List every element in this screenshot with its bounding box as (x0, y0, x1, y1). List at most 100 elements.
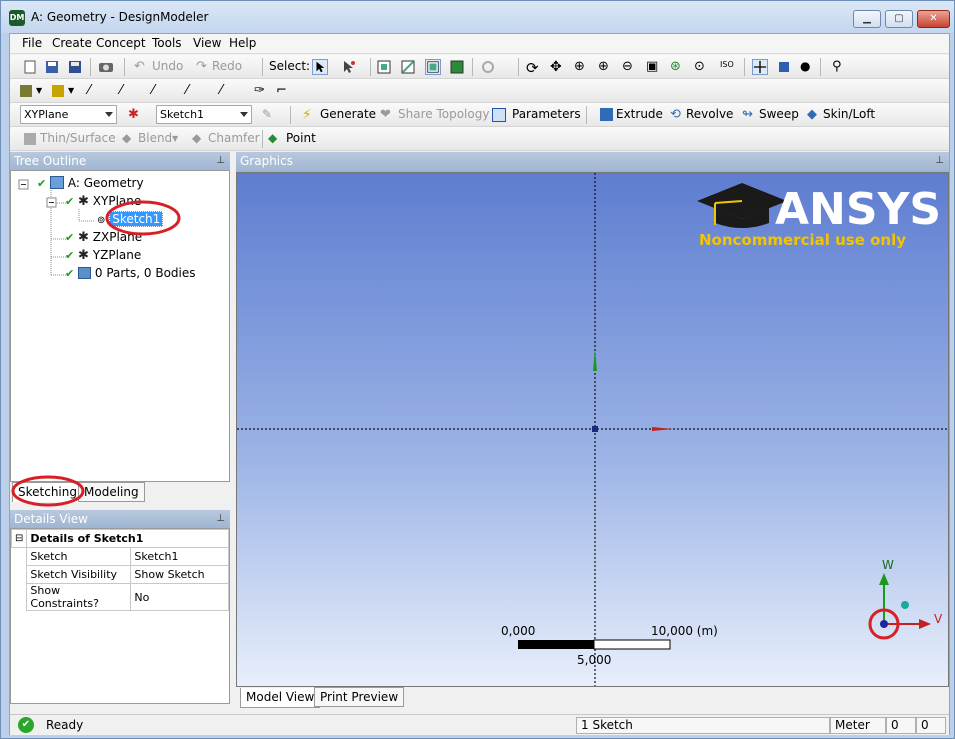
box-zoom-icon[interactable]: ▣ (646, 59, 662, 75)
details-view-title: Details View (14, 512, 88, 526)
details-value[interactable]: Show Sketch (130, 565, 229, 584)
share-topology-button[interactable]: Share Topology (398, 107, 489, 121)
spline-tool-icon[interactable]: ⁄ (186, 83, 202, 99)
select-cursor-icon[interactable] (312, 59, 328, 75)
sketch-combo[interactable]: Sketch1 (156, 105, 252, 124)
check-icon: ✔ (37, 177, 47, 190)
display-point-icon[interactable]: ● (800, 59, 816, 75)
details-section-row[interactable]: ⊟ Details of Sketch1 (10, 529, 229, 548)
tree-item-label: A: Geometry (67, 176, 144, 190)
menu-tools[interactable]: Tools (152, 36, 182, 50)
undo-button[interactable]: Undo (152, 59, 183, 73)
magnifier-icon[interactable]: ⊙ (694, 59, 710, 75)
blend-dropdown-icon[interactable]: ▼ (172, 134, 188, 150)
pin-icon[interactable]: ⊥ (216, 155, 225, 166)
skinloft-icon: ◆ (807, 107, 817, 122)
pin-tool-icon[interactable]: ✑ (254, 83, 270, 99)
toolbar-main: ↶ Undo ↷ Redo Select: ⟳ ✥ ⊕ ⊕ ⊖ ▣ ⊛ ⊙ IS… (10, 55, 949, 79)
dropdown-arrow-icon[interactable]: ▼ (36, 86, 52, 102)
zoom-to-fit-icon[interactable]: ⊛ (670, 59, 686, 75)
redo-button[interactable]: Redo (212, 59, 242, 73)
graphics-canvas[interactable]: ANSYS Noncommercial use only 0,000 10,00… (237, 173, 949, 687)
details-value[interactable]: Sketch1 (130, 547, 229, 566)
window-title: A: Geometry - DesignModeler (31, 10, 209, 24)
menu-bar: File Create Concept Tools View Help (10, 34, 949, 54)
arc-tool-icon[interactable]: ⁄ (152, 83, 168, 99)
menu-view[interactable]: View (193, 36, 221, 50)
details-row[interactable]: Sketch Sketch1 (12, 547, 229, 566)
chamfer-button[interactable]: Chamfer (208, 131, 260, 145)
triad-iso-sphere[interactable] (901, 601, 909, 609)
face-icon[interactable] (20, 85, 32, 97)
graphics-viewport[interactable]: ANSYS Noncommercial use only 0,000 10,00… (236, 172, 949, 687)
save-as-icon[interactable] (67, 59, 83, 75)
plane-combo[interactable]: XYPlane (20, 105, 117, 124)
collapse-icon[interactable]: ⊟ (10, 529, 28, 548)
select-points-icon[interactable] (376, 59, 392, 75)
polyline-tool-icon[interactable]: ⁄ (120, 83, 136, 99)
line-tool-icon[interactable]: ⁄ (88, 83, 104, 99)
details-value[interactable]: No (130, 583, 229, 611)
iso-view-button[interactable]: ISO (720, 60, 734, 69)
graphics-tabs: Model View Print Preview (236, 687, 949, 709)
zoom-in-icon[interactable]: ⊕ (598, 59, 614, 75)
menu-concept[interactable]: Concept (96, 36, 146, 50)
maximize-button[interactable]: ▢ (885, 10, 913, 28)
constraint-tool-icon[interactable]: ⌐ (276, 83, 292, 99)
extrude-button[interactable]: Extrude (616, 107, 663, 121)
scale-bar-dark (518, 640, 594, 649)
close-button[interactable]: ✕ (917, 10, 950, 28)
new-plane-icon[interactable]: ✱ (128, 107, 144, 123)
parameters-button[interactable]: Parameters (512, 107, 581, 121)
status-units[interactable]: Meter (830, 717, 886, 734)
origin-marker[interactable] (592, 426, 598, 432)
details-view-header: Details View ⊥ (10, 510, 230, 528)
tree-item-parts[interactable]: ✔ 0 Parts, 0 Bodies (65, 266, 196, 280)
select-faces-icon[interactable] (425, 59, 441, 75)
details-row[interactable]: Show Constraints? No (12, 583, 229, 611)
sweep-button[interactable]: Sweep (759, 107, 799, 121)
pin-icon[interactable]: ⊥ (216, 513, 225, 524)
menu-file[interactable]: File (22, 36, 42, 50)
point-icon: ◆ (268, 131, 278, 145)
edge-icon[interactable] (52, 85, 64, 97)
pin-icon[interactable]: ⊥ (935, 155, 944, 166)
mode-tabs: Sketching Modeling (10, 475, 230, 507)
select-edges-icon[interactable] (400, 59, 416, 75)
menu-create[interactable]: Create (52, 36, 92, 50)
zoom-out-icon[interactable]: ⊖ (622, 59, 638, 75)
thin-surface-button[interactable]: Thin/Surface (40, 131, 116, 145)
dropdown-arrow-icon[interactable]: ▼ (68, 86, 84, 102)
screenshot-camera-icon[interactable] (98, 59, 114, 75)
details-row[interactable]: Sketch Visibility Show Sketch (12, 565, 229, 584)
rotate-icon[interactable]: ⟳ (526, 59, 542, 77)
blend-icon: ◆ (122, 131, 132, 145)
dimension-tool-icon[interactable]: ⁄ (220, 83, 236, 99)
save-icon[interactable] (44, 59, 60, 75)
display-plane-icon[interactable] (752, 59, 768, 75)
minimize-button[interactable]: ▁ (853, 10, 881, 28)
pan-icon[interactable]: ✥ (550, 59, 566, 75)
triad-origin[interactable] (880, 620, 888, 628)
generate-button[interactable]: Generate (320, 107, 376, 121)
ansys-logo-text: ANSYS (775, 184, 941, 235)
tree-item-geometry[interactable]: ✔ A: Geometry (37, 176, 144, 190)
skinloft-button[interactable]: Skin/Loft (823, 107, 875, 121)
zoom-icon[interactable]: ⊕ (574, 59, 590, 75)
tab-model-view[interactable]: Model View (240, 688, 321, 708)
tab-print-preview[interactable]: Print Preview (314, 687, 405, 707)
revolve-button[interactable]: Revolve (686, 107, 733, 121)
point-button[interactable]: Point (286, 131, 316, 145)
tree-item-yzplane[interactable]: ✔ ✱ YZPlane (65, 248, 141, 263)
title-bar[interactable]: DM A: Geometry - DesignModeler ▁ ▢ ✕ (1, 1, 954, 33)
new-icon[interactable] (22, 59, 38, 75)
display-model-icon[interactable] (776, 59, 792, 75)
select-bodies-icon[interactable] (449, 59, 465, 75)
details-key: Show Constraints? (26, 583, 132, 611)
select-mode-icon[interactable] (340, 59, 356, 75)
blend-button[interactable]: Blend (138, 131, 172, 145)
menu-help[interactable]: Help (229, 36, 256, 50)
new-sketch-icon: ✎ (262, 107, 273, 121)
details-key: Sketch Visibility (26, 565, 132, 584)
display-edge-direction-icon[interactable]: ⚲ (832, 59, 848, 75)
